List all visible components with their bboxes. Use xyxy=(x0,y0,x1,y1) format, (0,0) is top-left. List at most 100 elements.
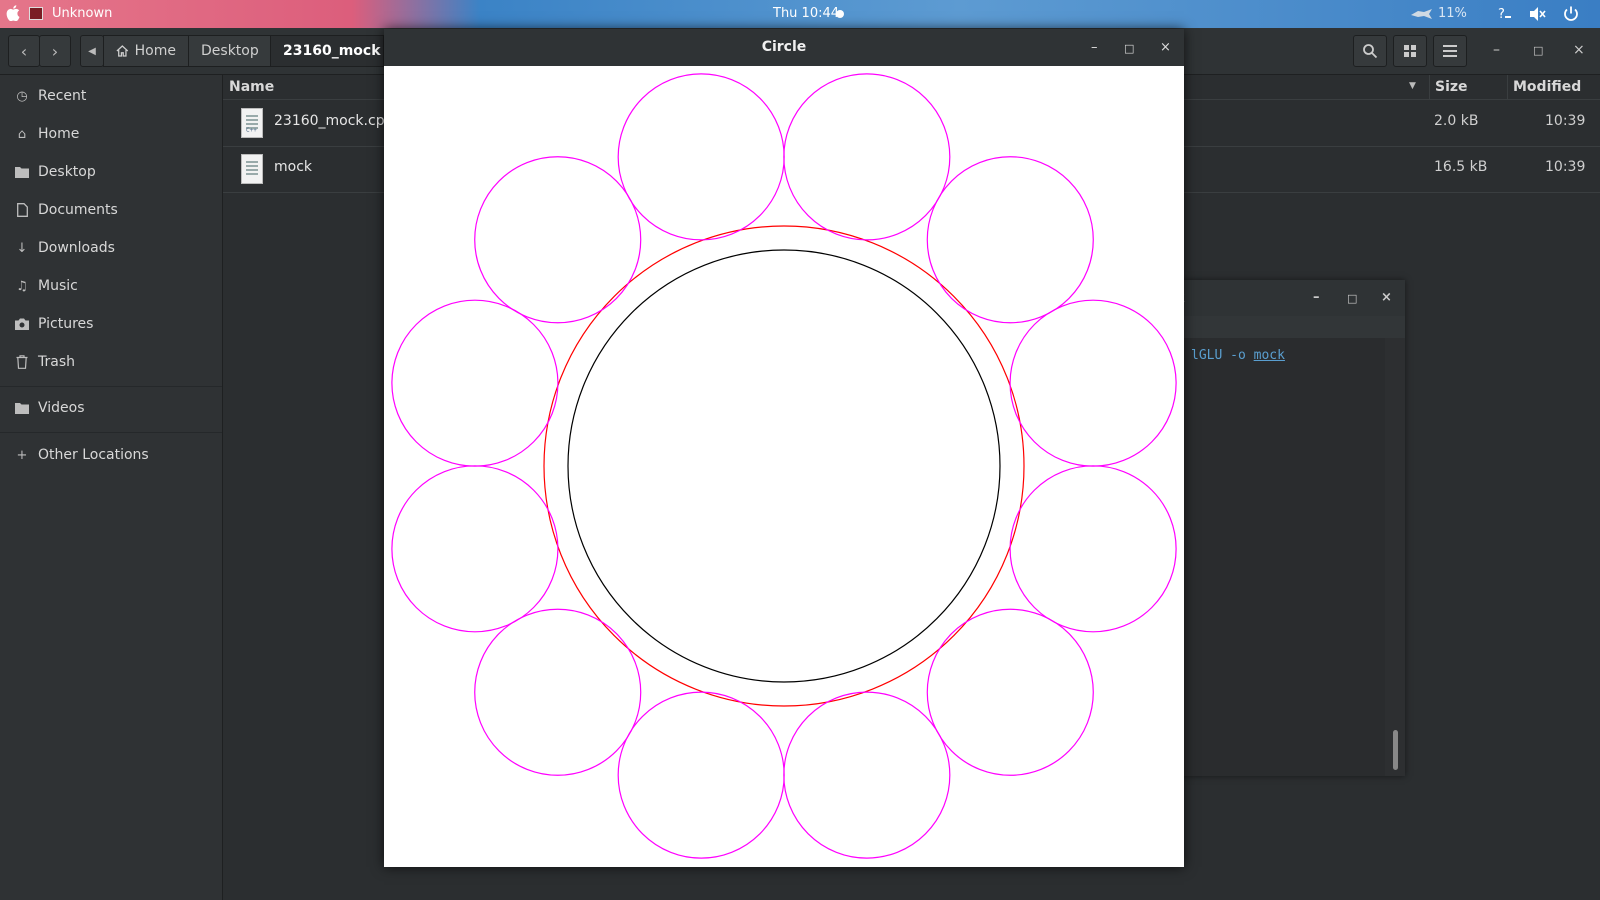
terminal-scrollbar[interactable] xyxy=(1393,730,1398,770)
trash-icon xyxy=(15,355,29,369)
terminal-titlebar[interactable]: k – □ × xyxy=(1175,280,1405,316)
sidebar-item-documents[interactable]: Documents xyxy=(0,192,222,228)
sidebar-item-label: Desktop xyxy=(38,164,96,180)
maximize-icon[interactable]: □ xyxy=(1347,292,1357,305)
minimize-icon[interactable]: – xyxy=(1091,40,1098,55)
apple-icon[interactable] xyxy=(6,5,20,21)
grid-view-button[interactable] xyxy=(1393,35,1427,67)
file-size: 16.5 kB xyxy=(1434,159,1488,175)
sidebar-item-music[interactable]: ♫ Music xyxy=(0,268,222,304)
sidebar-item-label: Videos xyxy=(38,400,85,416)
sidebar-item-label: Trash xyxy=(38,354,75,370)
grid-view-icon xyxy=(1404,45,1416,57)
file-size: 2.0 kB xyxy=(1434,113,1479,129)
outer-ring-circle xyxy=(926,156,1094,324)
cpp-file-icon: C++ xyxy=(241,108,263,138)
breadcrumb-desktop-label: Desktop xyxy=(201,43,259,59)
sidebar-item-videos[interactable]: Videos xyxy=(0,390,222,426)
clock[interactable]: Thu 10:44 xyxy=(773,6,839,21)
file-modified: 10:39 xyxy=(1545,159,1586,175)
sidebar-item-downloads[interactable]: ↓ Downloads xyxy=(0,230,222,266)
maximize-icon[interactable]: □ xyxy=(1533,44,1543,57)
terminal-command-text: lGLU -o xyxy=(1191,348,1254,363)
app-icon[interactable] xyxy=(29,7,43,20)
battery-icon[interactable] xyxy=(1410,7,1434,21)
camera-icon xyxy=(15,317,29,331)
circle-drawing xyxy=(391,73,1177,859)
breadcrumb-home[interactable]: Home xyxy=(103,35,189,67)
column-separator xyxy=(1507,75,1508,99)
notification-dot xyxy=(836,10,844,18)
circle-window[interactable]: Circle – □ × xyxy=(384,29,1184,867)
sidebar-item-recent[interactable]: ◷ Recent xyxy=(0,78,222,114)
terminal-command-line: lGLU -o mock xyxy=(1191,348,1285,363)
sidebar-item-trash[interactable]: Trash xyxy=(0,344,222,380)
forward-icon: › xyxy=(51,41,59,61)
document-icon xyxy=(15,203,29,217)
minimize-icon[interactable]: – xyxy=(1313,290,1320,305)
breadcrumb-home-label: Home xyxy=(134,43,176,59)
outer-ring-circle xyxy=(617,691,785,859)
outer-ring-circle xyxy=(391,465,559,633)
menu-button[interactable] xyxy=(1433,35,1467,67)
column-header-modified[interactable]: Modified xyxy=(1513,75,1581,99)
svg-text:?: ? xyxy=(1498,7,1505,22)
maximize-icon[interactable]: □ xyxy=(1124,42,1134,55)
file-icon-tag: C++ xyxy=(246,127,257,134)
sort-arrow-icon[interactable]: ▼ xyxy=(1409,81,1416,91)
close-icon[interactable]: × xyxy=(1381,290,1392,305)
sidebar-item-label: Music xyxy=(38,278,78,294)
file-modified: 10:39 xyxy=(1545,113,1586,129)
close-icon[interactable]: × xyxy=(1160,40,1171,55)
outer-ring-circle xyxy=(1009,465,1177,633)
column-header-name[interactable]: Name xyxy=(229,75,274,99)
outer-ring-circle xyxy=(926,608,1094,776)
file-name: mock xyxy=(274,159,313,175)
opengl-canvas[interactable] xyxy=(384,66,1184,867)
circle-window-title: Circle xyxy=(761,39,807,55)
volume-muted-icon[interactable] xyxy=(1528,5,1548,23)
breadcrumb-current-label: 23160_mock xyxy=(283,43,381,59)
terminal-window[interactable]: k – □ × lGLU -o mock xyxy=(1175,280,1405,776)
battery-percentage: 11% xyxy=(1438,6,1467,21)
app-name[interactable]: Unknown xyxy=(52,6,112,21)
sidebar-item-pictures[interactable]: Pictures xyxy=(0,306,222,342)
download-icon: ↓ xyxy=(16,240,28,256)
column-header-size[interactable]: Size xyxy=(1435,75,1468,99)
sidebar-item-other-locations[interactable]: + Other Locations xyxy=(0,437,222,473)
sidebar-item-label: Recent xyxy=(38,88,87,104)
home-icon: ⌂ xyxy=(17,126,27,142)
outer-ring-circle xyxy=(474,156,642,324)
close-icon[interactable]: × xyxy=(1573,42,1585,58)
path-left-button[interactable]: ◀ xyxy=(80,35,104,67)
back-icon: ‹ xyxy=(20,41,28,61)
back-button[interactable]: ‹ xyxy=(8,35,40,67)
sidebar-item-label: Pictures xyxy=(38,316,94,332)
outer-ring-circle xyxy=(474,608,642,776)
sidebar-item-desktop[interactable]: Desktop xyxy=(0,154,222,190)
sidebar-item-label: Home xyxy=(38,126,80,142)
forward-button[interactable]: › xyxy=(39,35,71,67)
minimize-icon[interactable]: – xyxy=(1493,42,1500,58)
help-icon[interactable]: ? xyxy=(1495,5,1513,23)
breadcrumb-desktop[interactable]: Desktop xyxy=(188,35,271,67)
outer-ring-circle xyxy=(617,73,785,241)
file-name: 23160_mock.cpp xyxy=(274,113,394,129)
breadcrumb-current[interactable]: 23160_mock xyxy=(270,35,384,67)
clock-icon: ◷ xyxy=(16,88,28,104)
path-left-icon: ◀ xyxy=(88,45,96,57)
outer-ring-circle xyxy=(783,691,951,859)
outer-ring-circle xyxy=(391,299,559,467)
search-icon xyxy=(1363,44,1378,59)
black-circle xyxy=(567,249,1001,683)
sidebar-item-home[interactable]: ⌂ Home xyxy=(0,116,222,152)
music-icon: ♫ xyxy=(16,278,28,294)
search-button[interactable] xyxy=(1353,35,1387,67)
sidebar-item-label: Downloads xyxy=(38,240,115,256)
sidebar: ◷ Recent ⌂ Home Desktop Documents ↓ Down… xyxy=(0,75,223,900)
terminal-link[interactable]: mock xyxy=(1254,348,1285,363)
folder-icon xyxy=(15,165,29,179)
power-icon[interactable] xyxy=(1562,5,1580,23)
terminal-body[interactable]: lGLU -o mock xyxy=(1175,338,1385,776)
menu-icon xyxy=(1443,45,1457,57)
